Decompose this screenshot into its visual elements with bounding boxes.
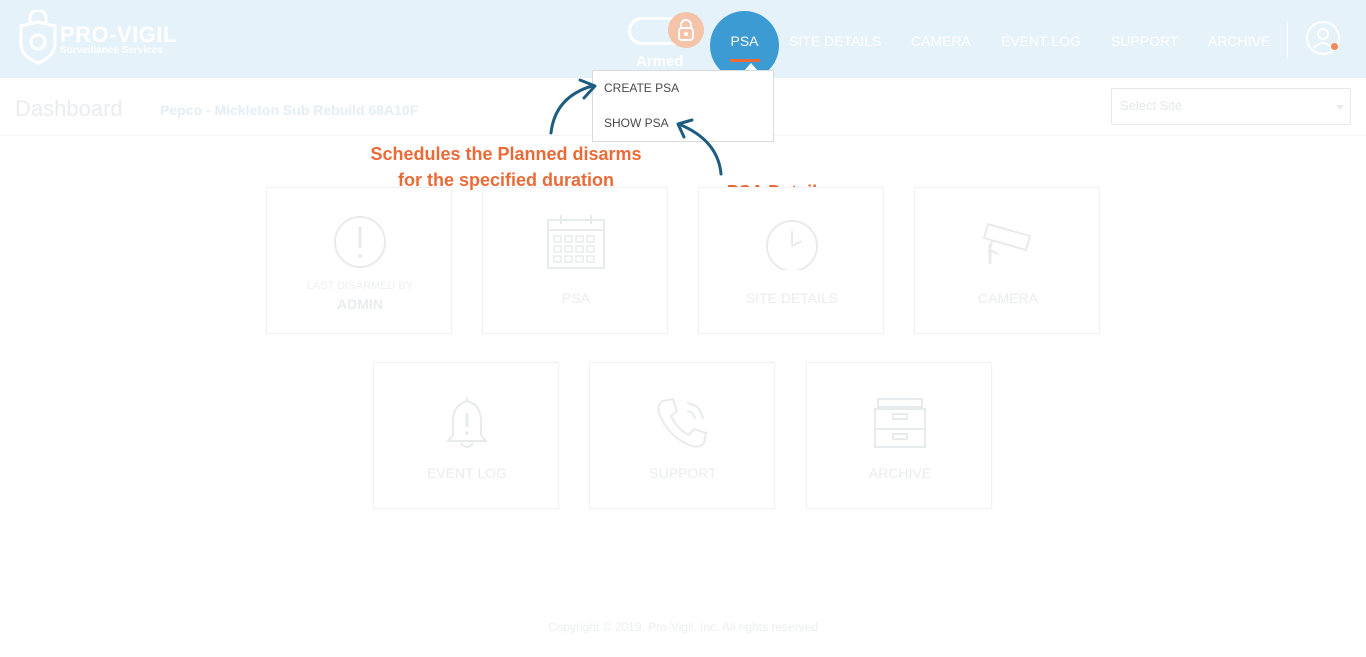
card-event-log-label: EVENT LOG: [427, 465, 507, 481]
cctv-camera-icon: [915, 214, 1101, 270]
annotation-create-psa: Schedules the Planned disarms for the sp…: [350, 141, 662, 193]
card-last-disarmed[interactable]: LAST DISARMED BY ADMIN: [266, 187, 452, 334]
archive-box-icon: [807, 395, 993, 451]
card-support[interactable]: SUPPORT: [589, 362, 775, 509]
clock-icon: [699, 214, 885, 270]
card-last-disarmed-user: ADMIN: [337, 296, 383, 312]
card-site-details[interactable]: SITE DETAILS: [698, 187, 884, 334]
card-event-log[interactable]: EVENT LOG: [373, 362, 559, 509]
phone-icon: [590, 395, 776, 451]
calendar-icon: [483, 214, 669, 270]
card-archive[interactable]: ARCHIVE: [806, 362, 992, 509]
card-psa-label: PSA: [561, 290, 590, 306]
annotation-create-line1: Schedules the Planned disarms: [370, 144, 642, 164]
card-support-label: SUPPORT: [649, 465, 717, 481]
card-last-disarmed-label: LAST DISARMED BY: [306, 280, 414, 292]
footer-copyright: Copyright © 2019. Pro-Vigil, Inc. All ri…: [547, 620, 819, 634]
app-root: PRO-VIGIL Surveillance Services Armed PS…: [0, 0, 1366, 657]
annotation-arrows: [549, 78, 723, 176]
card-camera[interactable]: CAMERA: [914, 187, 1100, 334]
card-archive-label: ARCHIVE: [868, 465, 932, 481]
card-camera-label: CAMERA: [978, 290, 1038, 306]
card-site-details-label: SITE DETAILS: [745, 290, 839, 306]
bell-alert-icon: [374, 395, 560, 451]
card-psa[interactable]: PSA: [482, 187, 668, 334]
exclamation-icon: [267, 214, 453, 270]
